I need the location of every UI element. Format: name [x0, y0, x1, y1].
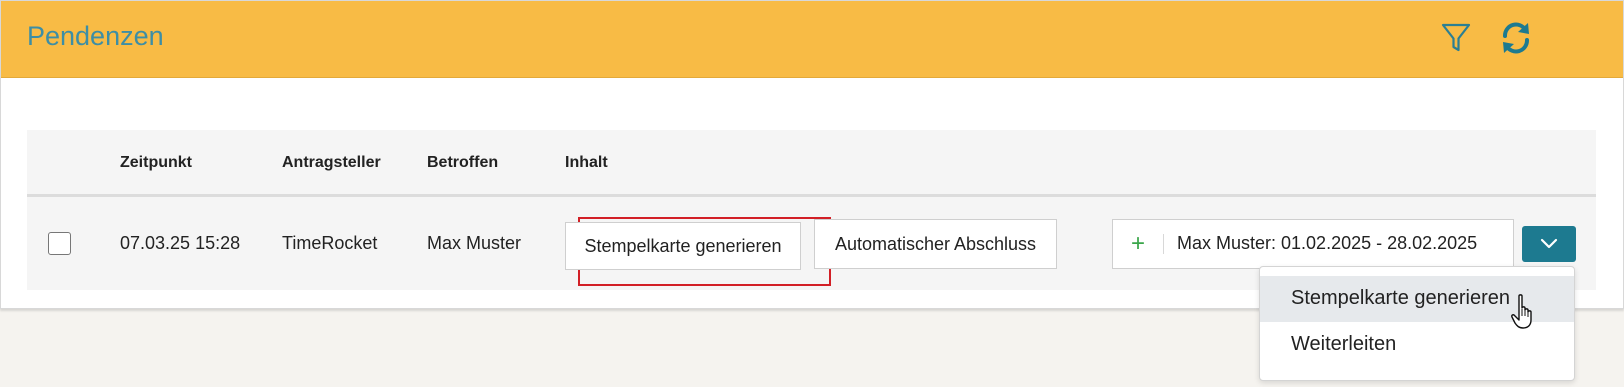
row-select-checkbox[interactable]: [48, 232, 71, 255]
plus-icon[interactable]: +: [1113, 220, 1163, 268]
column-header-inhalt: Inhalt: [565, 154, 608, 171]
action-combo: + Max Muster: 01.02.2025 - 28.02.2025: [1112, 219, 1514, 269]
refresh-icon[interactable]: [1498, 20, 1534, 56]
column-header-antragsteller: Antragsteller: [282, 154, 381, 171]
more-actions-dropdown-button[interactable]: [1522, 226, 1576, 262]
pendenzen-panel: Pendenzen Zeitpunkt Antragsteller Betrof…: [0, 0, 1624, 309]
table-header: Zeitpunkt Antragsteller Betroffen Inhalt: [27, 130, 1596, 197]
date-range-action[interactable]: Max Muster: 01.02.2025 - 28.02.2025: [1177, 233, 1477, 254]
hand-cursor-icon: [1511, 294, 1532, 329]
cell-zeitpunkt: 07.03.25 15:28: [120, 233, 241, 253]
panel-header: Pendenzen: [1, 1, 1623, 78]
combo-divider: [1163, 234, 1164, 254]
column-header-zeitpunkt: Zeitpunkt: [120, 154, 192, 171]
automatischer-abschluss-button[interactable]: Automatischer Abschluss: [814, 219, 1057, 269]
column-header-betroffen: Betroffen: [427, 154, 499, 171]
chevron-down-icon: [1540, 238, 1558, 249]
page-title: Pendenzen: [27, 21, 164, 51]
stempelkarte-generieren-button[interactable]: Stempelkarte generieren: [565, 222, 801, 270]
cell-antragsteller: TimeRocket: [282, 233, 378, 253]
filter-icon[interactable]: [1438, 20, 1474, 56]
cell-betroffen: Max Muster: [427, 233, 522, 253]
